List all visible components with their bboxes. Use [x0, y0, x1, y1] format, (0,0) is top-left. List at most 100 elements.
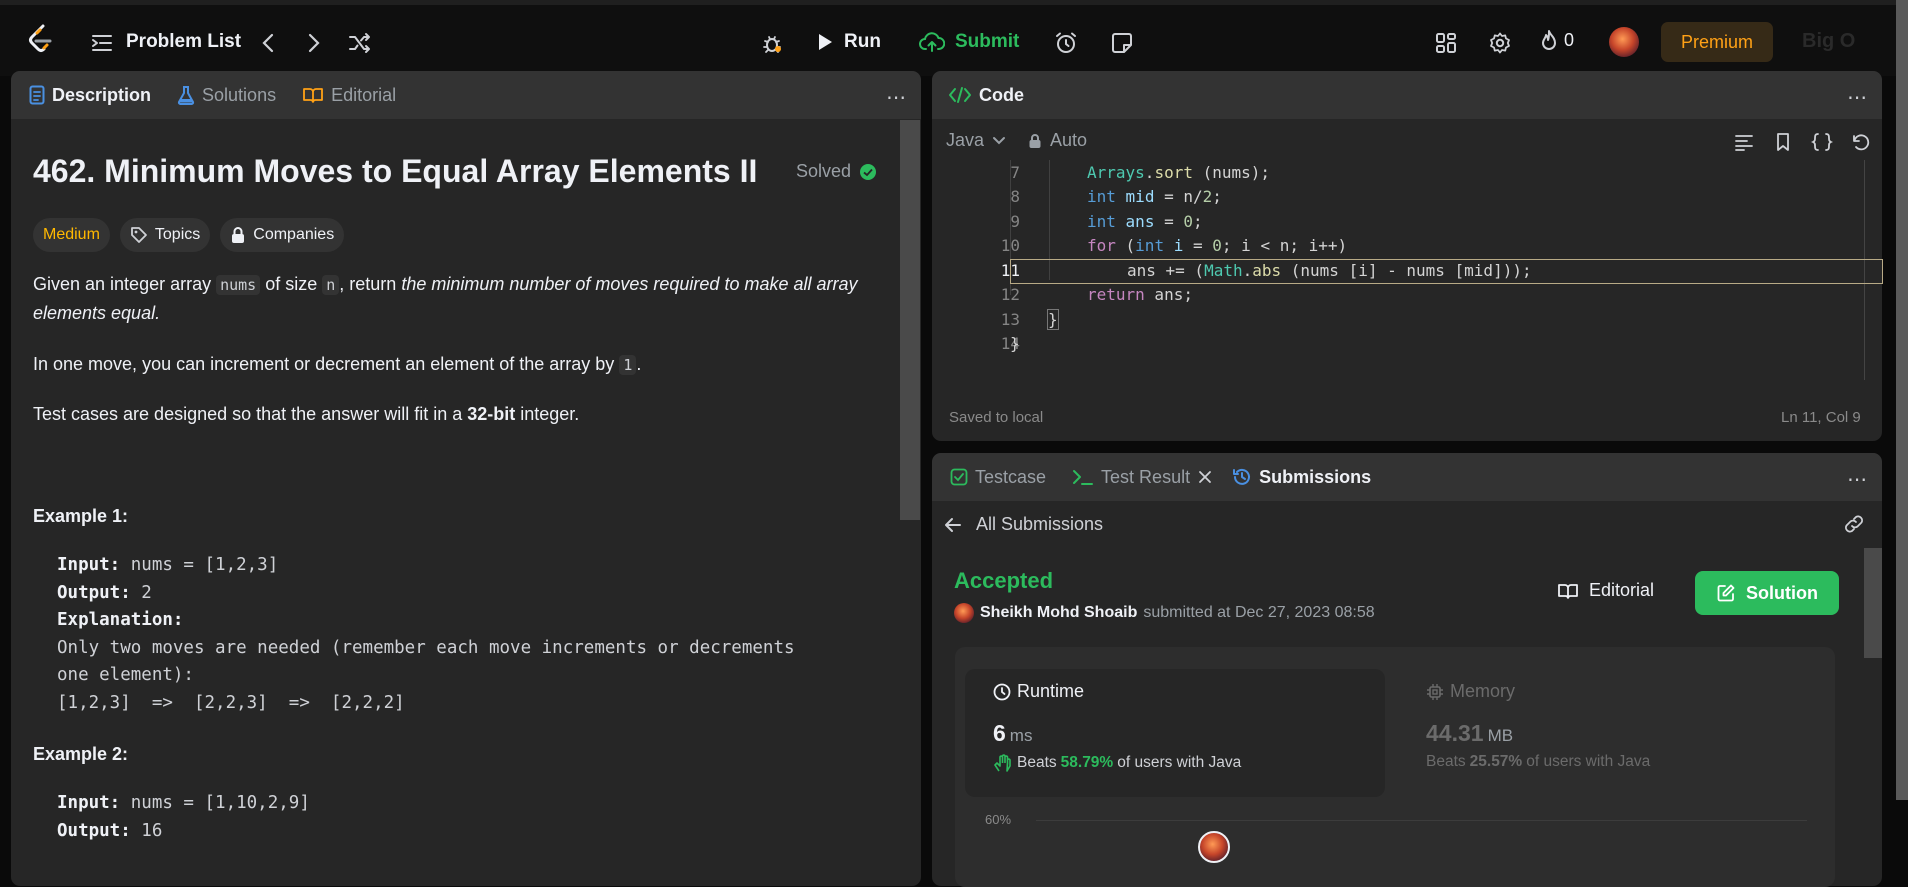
leetcode-logo-icon[interactable] — [24, 23, 56, 55]
memory-value: 44.31 MB — [1426, 720, 1650, 747]
input-value: nums = [1,2,3] — [120, 555, 279, 575]
input-label: Input: — [57, 793, 121, 813]
description-scrollbar[interactable] — [900, 120, 920, 520]
cloud-upload-icon — [919, 32, 945, 52]
tab-test-result[interactable]: Test Result — [1072, 467, 1190, 488]
big-o-button[interactable]: Big O — [1802, 30, 1855, 53]
shuffle-icon[interactable] — [344, 27, 376, 59]
code-text: Arrays.sort (nums); — [1087, 162, 1271, 182]
window-scrollbar[interactable] — [1896, 0, 1908, 800]
example-1-block: Input: nums = [1,2,3] Output: 2 Explanat… — [57, 552, 795, 717]
code-text: for (int i = 0; i < n; i++) — [1087, 236, 1348, 255]
runtime-label: Runtime — [993, 681, 1241, 702]
runtime-value: 6 ms — [993, 720, 1241, 747]
lock-icon — [232, 227, 245, 243]
code-text: int ans = 0; — [1087, 211, 1203, 231]
text: In one move, you can increment or decrem… — [33, 354, 620, 374]
debug-icon[interactable] — [756, 27, 788, 59]
language-label: Java — [946, 130, 985, 150]
line-number: 11 — [1000, 260, 1020, 280]
format-code-icon[interactable] — [1728, 126, 1760, 158]
memory-number: 44.31 — [1426, 720, 1484, 746]
settings-gear-icon[interactable] — [1484, 27, 1516, 59]
code-line: 13 } — [932, 307, 1882, 331]
problem-list-link[interactable]: Problem List — [126, 31, 241, 53]
tab-description[interactable]: Description — [29, 85, 151, 106]
prev-problem-icon[interactable] — [252, 27, 284, 59]
submit-button[interactable]: Submit — [919, 31, 1019, 53]
inline-code-n: n — [322, 275, 340, 295]
solved-label: Solved — [796, 161, 852, 181]
braces-icon[interactable] — [1806, 126, 1838, 158]
tab-editorial[interactable]: Editorial — [302, 85, 396, 106]
submitter-name[interactable]: Sheikh Mohd Shoaib — [980, 604, 1137, 622]
distribution-axis-line — [1036, 820, 1807, 821]
distribution-user-marker[interactable] — [1198, 831, 1230, 863]
user-avatar[interactable] — [1609, 27, 1639, 57]
all-submissions-link[interactable]: All Submissions — [944, 514, 1103, 535]
next-problem-icon[interactable] — [298, 27, 330, 59]
share-link-icon[interactable] — [1838, 508, 1870, 540]
code-more-icon[interactable]: ⋯ — [1847, 85, 1868, 110]
text: , return — [339, 274, 402, 294]
tab-submissions[interactable]: Submissions — [1232, 467, 1371, 488]
beats-suffix: of users with Java — [1117, 754, 1242, 771]
run-label: Run — [844, 31, 881, 52]
submit-label: Submit — [955, 31, 1020, 52]
close-test-result-icon[interactable] — [1198, 470, 1212, 484]
alarm-clock-icon[interactable] — [1050, 27, 1082, 59]
layout-icon[interactable] — [1430, 27, 1462, 59]
tab-code[interactable]: Code — [948, 85, 1024, 106]
submissions-scrollbar[interactable] — [1864, 548, 1882, 658]
save-status: Saved to local — [949, 409, 1044, 426]
solved-status: Solved — [796, 161, 877, 182]
tab-testcase[interactable]: Testcase — [950, 467, 1046, 488]
submissions-more-icon[interactable]: ⋯ — [1847, 467, 1868, 492]
premium-button[interactable]: Premium — [1661, 22, 1773, 62]
edit-icon — [1717, 584, 1735, 602]
memory-label: Memory — [1426, 681, 1650, 702]
code-text: } — [1047, 308, 1059, 330]
runtime-stat[interactable]: Runtime 6 ms Beats 58.79% of users with J… — [993, 681, 1241, 773]
bold-text: 32-bit — [467, 404, 516, 424]
topics-chip[interactable]: Topics — [119, 218, 211, 252]
companies-chip[interactable]: Companies — [220, 218, 345, 252]
line-number: 14 — [1000, 334, 1020, 353]
run-button[interactable]: Run — [816, 31, 881, 53]
example-2-block: Input: nums = [1,10,2,9] Output: 16 — [57, 790, 310, 845]
tab-test-result-label: Test Result — [1101, 466, 1191, 487]
problem-list-icon[interactable] — [86, 27, 118, 59]
memory-label-text: Memory — [1450, 681, 1516, 701]
solution-button[interactable]: Solution — [1695, 571, 1839, 615]
lock-icon — [1029, 133, 1041, 148]
solved-check-icon — [860, 163, 877, 180]
line-number: 7 — [1010, 162, 1020, 182]
bookmark-icon[interactable] — [1767, 126, 1799, 158]
example-2-title: Example 2: — [33, 744, 129, 764]
code-text: int mid = n/2; — [1087, 187, 1222, 206]
text: of size — [260, 274, 323, 294]
editorial-button[interactable]: Editorial — [1557, 580, 1654, 601]
tab-code-label: Code — [979, 84, 1024, 105]
text: integer. — [515, 404, 580, 424]
reset-code-icon[interactable] — [1844, 126, 1876, 158]
language-select[interactable]: Java — [946, 130, 1006, 151]
output-value: 16 — [130, 820, 163, 841]
memory-stat[interactable]: Memory 44.31 MB Beats 25.57% of users wit… — [1426, 681, 1650, 771]
auto-toggle[interactable]: Auto — [1028, 130, 1087, 151]
line-number: 13 — [1000, 309, 1020, 329]
output-value: 2 — [130, 582, 152, 603]
solution-label: Solution — [1746, 582, 1818, 603]
line-number: 9 — [1010, 211, 1020, 231]
code-line: 9 int ans = 0; — [932, 209, 1882, 233]
code-line: 7 Arrays.sort (nums); — [932, 160, 1882, 184]
inline-code-1: 1 — [619, 355, 637, 375]
tab-solutions[interactable]: Solutions — [177, 85, 276, 106]
description-paragraph-2: In one move, you can increment or decrem… — [33, 350, 863, 379]
description-more-icon[interactable]: ⋯ — [886, 85, 907, 110]
code-line: 10 for (int i = 0; i < n; i++) — [932, 234, 1882, 258]
streak-counter[interactable]: 0 — [1540, 29, 1574, 51]
note-icon[interactable] — [1106, 27, 1138, 59]
terminal-icon — [1073, 470, 1094, 485]
code-line: 8 int mid = n/2; — [932, 185, 1882, 209]
